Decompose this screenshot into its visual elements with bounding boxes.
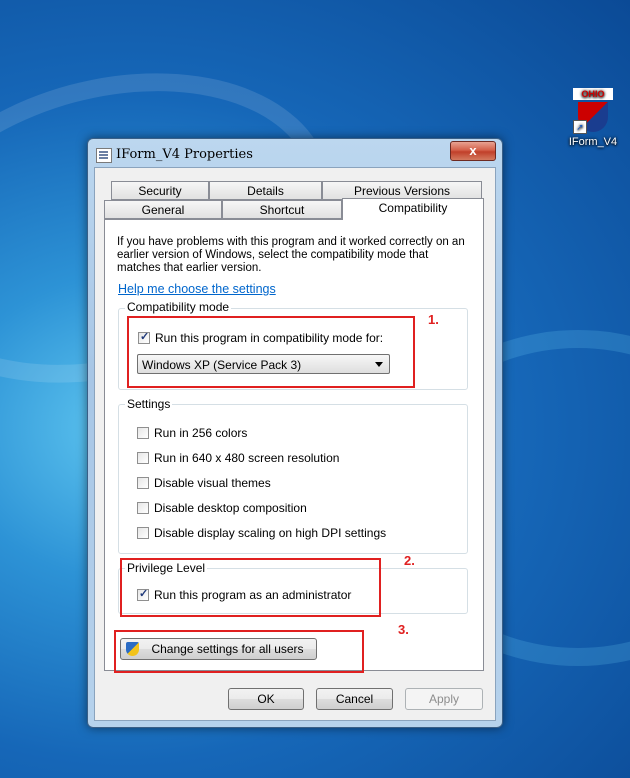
tab-details[interactable]: Details	[209, 181, 322, 200]
run-640x480-label[interactable]: Run in 640 x 480 screen resolution	[154, 451, 339, 465]
settings-group-label: Settings	[125, 397, 173, 411]
tab-shortcut[interactable]: Shortcut	[222, 200, 342, 219]
ohio-shortcut-icon: OHIO ➚	[573, 88, 613, 134]
annotation-box-1	[127, 316, 415, 388]
disable-desktop-composition-label[interactable]: Disable desktop composition	[154, 501, 307, 515]
annotation-box-2	[120, 558, 381, 617]
window-title: IForm_V4 Properties	[116, 147, 253, 162]
apply-button[interactable]: Apply	[405, 688, 483, 710]
run-640x480-checkbox[interactable]	[137, 452, 149, 464]
disable-desktop-composition-checkbox[interactable]	[137, 502, 149, 514]
tab-general[interactable]: General	[104, 200, 222, 219]
annotation-box-3	[114, 630, 364, 673]
compat-mode-group-label: Compatibility mode	[125, 300, 232, 314]
tab-compatibility[interactable]: Compatibility	[342, 198, 484, 220]
ohio-banner-text: OHIO	[573, 88, 613, 100]
desktop-icon-label: IForm_V4	[568, 136, 618, 148]
disable-visual-themes-label[interactable]: Disable visual themes	[154, 476, 271, 490]
help-choose-settings-link[interactable]: Help me choose the settings	[118, 282, 276, 296]
desktop-shortcut-iform[interactable]: OHIO ➚ IForm_V4	[560, 88, 626, 148]
run-256-colors-checkbox[interactable]	[137, 427, 149, 439]
shortcut-arrow-icon: ➚	[573, 120, 587, 134]
disable-dpi-scaling-label[interactable]: Disable display scaling on high DPI sett…	[154, 526, 386, 540]
annotation-label-2: 2.	[404, 553, 415, 568]
title-bar[interactable]: IForm_V4 Properties x	[88, 139, 502, 167]
annotation-label-3: 3.	[398, 622, 409, 637]
compatibility-description: If you have problems with this program a…	[117, 236, 465, 274]
tab-security[interactable]: Security	[111, 181, 209, 200]
annotation-label-1: 1.	[428, 312, 439, 327]
cancel-button[interactable]: Cancel	[316, 688, 393, 710]
close-button[interactable]: x	[450, 141, 496, 161]
ok-button[interactable]: OK	[228, 688, 304, 710]
program-icon	[96, 148, 112, 163]
disable-dpi-scaling-checkbox[interactable]	[137, 527, 149, 539]
run-256-colors-label[interactable]: Run in 256 colors	[154, 426, 247, 440]
disable-visual-themes-checkbox[interactable]	[137, 477, 149, 489]
